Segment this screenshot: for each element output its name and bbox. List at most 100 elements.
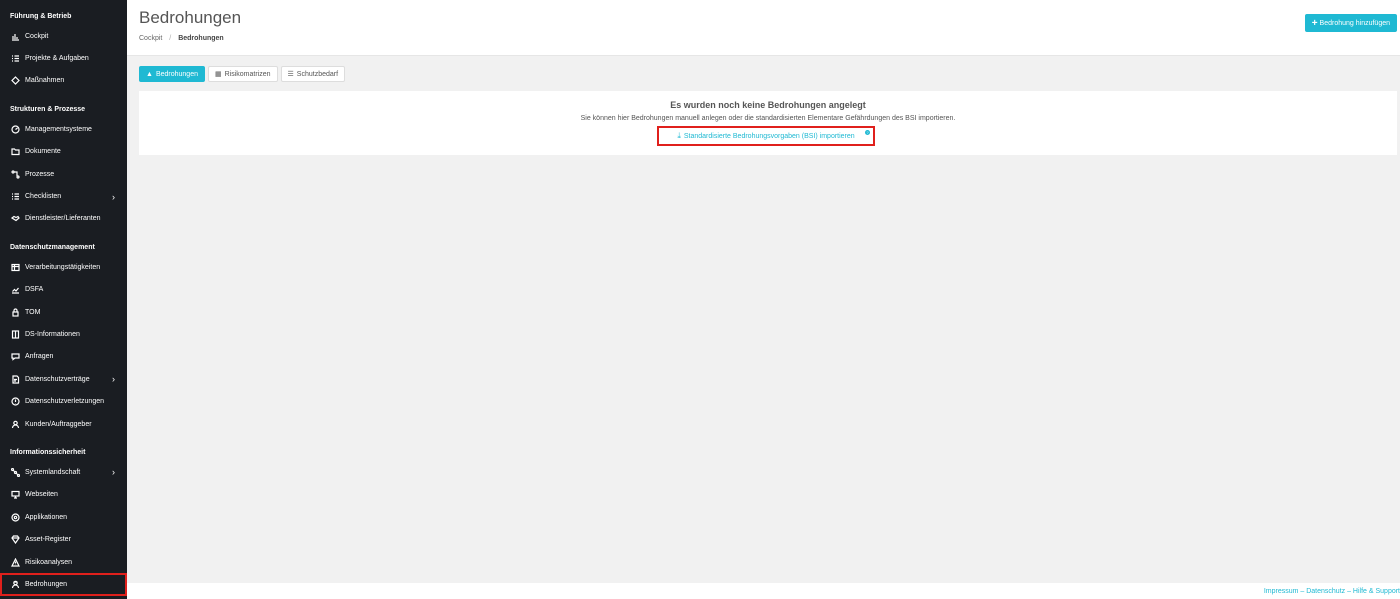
list-check-icon: [10, 54, 20, 64]
sidebar: Führung & Betrieb Cockpit Projekte & Aufga…: [0, 0, 127, 599]
folder-icon: [10, 147, 20, 157]
sidebar-item-label: Datenschutzverträge: [25, 375, 90, 383]
sidebar-item-label: DS-Informationen: [25, 330, 80, 338]
footer-links[interactable]: Impressum – Datenschutz – Hilfe & Suppor…: [1264, 588, 1400, 595]
sidebar-item-bedrohungen[interactable]: Bedrohungen: [0, 573, 127, 596]
grid-icon: ▦: [214, 71, 222, 78]
sidebar-item-cockpit[interactable]: Cockpit: [0, 25, 127, 47]
chat-icon: [10, 352, 20, 362]
table-icon: [10, 262, 20, 272]
user-icon: [10, 419, 20, 429]
breadcrumb-separator: /: [169, 35, 172, 42]
breadcrumb-cockpit[interactable]: Cockpit: [139, 35, 162, 42]
gauge-icon: [10, 124, 20, 134]
sidebar-item-label: Datenschutzverletzungen: [25, 398, 104, 406]
sidebar-section-title: Strukturen & Prozesse: [10, 106, 86, 114]
diamond-icon: [10, 76, 20, 86]
sidebar-item-systemlandschaft[interactable]: Systemlandschaft ›: [0, 461, 127, 483]
sidebar-item-maßnahmen[interactable]: Maßnahmen: [0, 70, 127, 92]
sidebar-item-label: Dienstleister/Lieferanten: [25, 215, 101, 223]
sidebar-item-dokumente[interactable]: Dokumente: [0, 141, 127, 163]
import-highlight: ⤓ Standardisierte Bedrohungsvorgaben (BS…: [657, 126, 875, 146]
sidebar-item-managementsysteme[interactable]: Managementsysteme: [0, 118, 127, 140]
sidebar-item-label: Asset-Register: [25, 536, 71, 544]
sidebar-item-label: Projekte & Aufgaben: [25, 55, 89, 63]
user-secret-icon: [10, 579, 20, 589]
download-icon: ⤓: [677, 131, 681, 140]
tab-risikomatrizen[interactable]: ▦ Risikomatrizen: [207, 66, 278, 82]
sidebar-item-verarbeitungstätigkeiten[interactable]: Verarbeitungstätigkeiten: [0, 256, 127, 278]
alert-circle-icon: [10, 397, 20, 407]
chevron-right-icon: ›: [112, 467, 115, 478]
sidebar-item-label: Maßnahmen: [25, 77, 65, 85]
chevron-right-icon: ›: [112, 374, 115, 385]
chart-line-icon: [10, 285, 20, 295]
sidebar-item-label: TOM: [25, 308, 41, 316]
sidebar-item-anfragen[interactable]: Anfragen: [0, 346, 127, 368]
warning-icon: ▲: [146, 70, 153, 78]
sidebar-item-label: Checklisten: [25, 193, 62, 201]
sidebar-item-tom[interactable]: TOM: [0, 301, 127, 323]
breadcrumb: Cockpit / Bedrohungen: [139, 35, 224, 42]
sidebar-item-checklisten[interactable]: Checklisten ›: [0, 185, 127, 207]
sidebar-item-applikationen[interactable]: Applikationen: [0, 506, 127, 528]
empty-state-text: Sie können hier Bedrohungen manuell anle…: [580, 115, 956, 122]
contract-icon: [10, 374, 20, 384]
sidebar-item-label: Kunden/Auftraggeber: [25, 420, 92, 428]
sidebar-section-title: Führung & Betrieb: [10, 13, 72, 20]
page-header: Bedrohungen Cockpit / Bedrohungen + Bedr…: [127, 0, 1400, 56]
sidebar-item-kunden-auftraggeber[interactable]: Kunden/Auftraggeber: [0, 413, 127, 435]
lock-icon: [10, 307, 20, 317]
tab-label: Bedrohungen: [155, 70, 198, 78]
sidebar-item-prozesse[interactable]: Prozesse: [0, 163, 127, 185]
footer: Impressum – Datenschutz – Hilfe & Suppor…: [127, 583, 1400, 599]
handshake-icon: [10, 214, 20, 224]
empty-state-title: Es wurden noch keine Bedrohungen angeleg…: [670, 100, 866, 110]
gem-icon: [10, 535, 20, 545]
sidebar-item-label: Applikationen: [25, 513, 68, 521]
sidebar-item-risikoanalysen[interactable]: Risikoanalysen: [0, 551, 127, 573]
chevron-right-icon: ›: [112, 191, 115, 202]
sidebar-item-label: Managementsysteme: [25, 125, 92, 133]
plus-icon: +: [1311, 17, 1318, 29]
tab-label: Risikomatrizen: [224, 70, 271, 78]
flow-icon: [10, 169, 20, 179]
sidebar-item-dsfa[interactable]: DSFA: [0, 279, 127, 301]
sidebar-item-label: Bedrohungen: [25, 580, 68, 588]
help-icon[interactable]: ?: [865, 130, 870, 135]
sidebar-item-webseiten[interactable]: Webseiten: [0, 484, 127, 506]
sidebar-item-label: Dokumente: [25, 148, 61, 156]
sidebar-item-label: Webseiten: [25, 491, 58, 499]
sidebar-item-label: Systemlandschaft: [25, 468, 81, 476]
import-bsi-link[interactable]: ⤓ Standardisierte Bedrohungsvorgaben (BS…: [677, 131, 854, 141]
sidebar-item-label: Risikoanalysen: [25, 558, 73, 566]
sidebar-item-datenschutzverträge[interactable]: Datenschutzverträge ›: [0, 368, 127, 390]
sidebar-item-ds-informationen[interactable]: DS-Informationen: [0, 323, 127, 345]
chart-bar-icon: [10, 31, 20, 41]
warning-icon: [10, 557, 20, 567]
app-icon: [10, 512, 20, 522]
tab-bedrohungen[interactable]: ▲ Bedrohungen: [139, 66, 205, 82]
sidebar-item-label: Verarbeitungstätigkeiten: [25, 263, 101, 271]
sidebar-item-label: DSFA: [25, 286, 44, 294]
sidebar-section-title: Informationssicherheit: [10, 449, 86, 457]
monitor-icon: [10, 490, 20, 500]
sidebar-item-asset-register[interactable]: Asset-Register: [0, 528, 127, 550]
list-icon: ☰: [287, 71, 294, 78]
sidebar-menu: Führung & Betrieb Cockpit Projekte & Aufga…: [0, 11, 127, 596]
sidebar-item-datenschutzverletzungen[interactable]: Datenschutzverletzungen: [0, 390, 127, 412]
add-threat-label: Bedrohung hinzufügen: [1319, 19, 1390, 27]
sidebar-item-dienstleister-lieferanten[interactable]: Dienstleister/Lieferanten: [0, 208, 127, 230]
empty-state-card: Es wurden noch keine Bedrohungen angeleg…: [139, 91, 1397, 155]
add-threat-button[interactable]: + Bedrohung hinzufügen: [1304, 14, 1397, 32]
tab-schutzbedarf[interactable]: ☰ Schutzbedarf: [280, 66, 346, 82]
network-icon: [10, 467, 20, 477]
sidebar-item-projekte-aufgaben[interactable]: Projekte & Aufgaben: [0, 47, 127, 69]
list-icon: [10, 192, 20, 202]
tab-label: Schutzbedarf: [296, 70, 339, 78]
import-bsi-label: Standardisierte Bedrohungsvorgaben (BSI)…: [683, 132, 855, 140]
sidebar-item-label: Anfragen: [25, 353, 54, 361]
tab-bar: ▲ Bedrohungen ▦ Risikomatrizen ☰ Schutzb…: [139, 66, 346, 82]
breadcrumb-current: Bedrohungen: [178, 35, 224, 42]
page-title: Bedrohungen: [139, 8, 242, 27]
